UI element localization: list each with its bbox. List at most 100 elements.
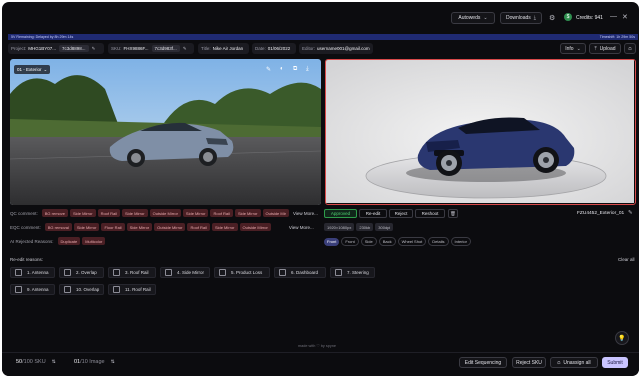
qc-tag[interactable]: Roof Rail	[210, 209, 233, 217]
project-value: MHG1BY07...	[28, 46, 57, 51]
clear-all-link[interactable]: Clear all	[618, 257, 635, 262]
project-pill: Project: MHG1BY07... 7c3d8898... ✎	[8, 43, 104, 54]
qc-tag[interactable]: Side Mirror	[234, 209, 261, 217]
reject-button[interactable]: Reject	[389, 209, 413, 218]
eqc-tag[interactable]: BG removal	[44, 223, 72, 231]
title-value: Nike Air Jordan	[212, 46, 244, 51]
reason-checkbox[interactable]: 5. Product Loss	[214, 267, 270, 278]
ai-tag[interactable]: Multicolor	[82, 237, 106, 245]
title-label: Title:	[201, 46, 211, 51]
up-down-arrows-icon[interactable]: ⇅	[52, 359, 56, 365]
help-button[interactable]: 💡	[615, 331, 629, 345]
image-angle-selector[interactable]: 01 - Exterior ⌄	[14, 65, 51, 74]
project-chip[interactable]: 7c3d8898...	[59, 45, 89, 52]
qc-tag[interactable]: Roof Rail	[97, 209, 121, 217]
view-chip[interactable]: Details	[428, 237, 449, 246]
ai-tag[interactable]: Duplicate	[57, 237, 81, 245]
view-chip[interactable]: Interior	[450, 237, 471, 246]
date-pill: Date: 01/06/2022	[252, 43, 296, 54]
image-angle-label: 01 - Exterior	[17, 67, 42, 72]
reason-label: 6. Dashboard	[291, 270, 319, 275]
reason-label: 5. Product Loss	[231, 270, 263, 275]
eqc-tag[interactable]: Side Mirror	[126, 223, 153, 231]
view-chip[interactable]: Back	[378, 237, 396, 246]
submit-button[interactable]: Submit	[602, 357, 628, 368]
eqc-tag[interactable]: Outside Mirror	[239, 223, 271, 231]
eqc-view-more-link[interactable]: View More...	[289, 225, 314, 230]
autoweds-dropdown[interactable]: Autoweds ⌄	[451, 12, 495, 24]
qc-tag[interactable]: Side Mirror	[122, 209, 148, 217]
sku-value: FHX9886F...	[123, 46, 149, 51]
eqc-tag[interactable]: Roof Rail	[187, 223, 210, 231]
edited-image-panel[interactable]	[325, 59, 636, 205]
original-image-panel[interactable]: 01 - Exterior ⌄ ✎ ◐ ⧉ ⤓	[10, 59, 321, 205]
up-down-arrows-icon[interactable]: ⇅	[111, 359, 115, 365]
user-plus-icon: ⍝	[628, 45, 632, 52]
remaining-text: 5V Remaining: Delayed by 8h 29m 14s	[11, 35, 74, 39]
downloads-button[interactable]: Downloads ⤓	[500, 12, 542, 24]
sku-counter[interactable]: 50 /100 SKU ⇅	[16, 359, 56, 365]
approved-button[interactable]: Approved	[324, 209, 357, 218]
edit-icon[interactable]: ✎	[92, 46, 96, 52]
info-button[interactable]: Info ⌄	[560, 43, 586, 54]
reason-checkbox[interactable]: 1. Antenna	[10, 267, 55, 278]
reason-checkbox[interactable]: 11. Roof Rail	[108, 284, 156, 295]
unassign-all-button[interactable]: ⍝ Unassign all	[550, 357, 598, 368]
ai-rejected-label: AI Rejected Reasons:	[10, 238, 54, 244]
qc-tag[interactable]: Side Mirror	[70, 209, 96, 217]
approved-label: Approved	[330, 211, 351, 216]
view-chip[interactable]: Front	[341, 237, 359, 246]
minimize-icon[interactable]: —	[610, 13, 617, 20]
qc-tag[interactable]: Side Mirror	[182, 209, 209, 217]
reason-label: 7. Steering	[347, 270, 369, 275]
eqc-tag[interactable]: Outside Mirror	[154, 223, 186, 231]
view-filter-chips: Front Front Side Back Wheel Shot Details…	[324, 237, 473, 246]
download-icon[interactable]: ⤓	[306, 66, 309, 73]
sku-chip[interactable]: 7c3d983f...	[151, 45, 180, 52]
qc-tag[interactable]: BG remove	[41, 209, 68, 217]
lightbulb-icon: 💡	[618, 335, 626, 342]
checkbox-icon	[113, 286, 120, 293]
reason-checkbox[interactable]: 2. Overlap	[59, 267, 104, 278]
reject-sku-button[interactable]: Reject SKU	[512, 357, 546, 368]
upload-button[interactable]: ⤒ Upload	[589, 43, 621, 54]
edit-icon[interactable]: ✎	[628, 210, 633, 216]
edit-sequencing-label: Edit Sequencing	[464, 359, 502, 366]
settings-icon[interactable]: ⚙	[549, 14, 555, 22]
qc-view-more-link[interactable]: View More...	[293, 211, 318, 216]
reason-checkbox[interactable]: 9. Antenna	[10, 284, 55, 295]
reason-checkbox[interactable]: 4. Side Mirror	[160, 267, 210, 278]
qc-tag[interactable]: Outside Mirror	[149, 209, 181, 217]
sku-total: /100 SKU	[22, 359, 46, 365]
reason-checkbox[interactable]: 10. Overlap	[59, 284, 104, 295]
close-icon[interactable]: ✕	[622, 13, 628, 21]
delete-button[interactable]: 🗑	[448, 209, 458, 218]
eqc-tag[interactable]: Side Mirror	[73, 223, 100, 231]
edit-icon[interactable]: ✎	[266, 66, 271, 73]
add-user-button[interactable]: ⍝	[624, 43, 636, 54]
image-counter[interactable]: 01 /10 Image ⇅	[74, 359, 115, 365]
edit-icon[interactable]: ✎	[183, 46, 187, 52]
reason-checkbox[interactable]: 7. Steering	[330, 267, 375, 278]
reason-checkbox[interactable]: 3. Roof Rail	[108, 267, 156, 278]
eqc-tag[interactable]: Floor Rail	[101, 223, 125, 231]
edit-sequencing-button[interactable]: Edit Sequencing	[459, 357, 507, 368]
info-bar: Project: MHG1BY07... 7c3d8898... ✎ SKU: …	[8, 42, 638, 56]
trash-icon: 🗑	[450, 210, 456, 216]
view-chip[interactable]: Wheel Shot	[397, 237, 427, 246]
reedit-button[interactable]: Re-edit	[359, 209, 387, 218]
compare-icon[interactable]: ◐	[280, 66, 284, 72]
qc-tag[interactable]: Outside Mir	[262, 209, 289, 217]
bottom-bar: 50 /100 SKU ⇅ 01 /10 Image ⇅ Edit Sequen…	[2, 352, 639, 376]
timeshift-text: Timeshift: 1h 29m 50s	[599, 35, 635, 39]
reshoot-button[interactable]: Reshoot	[415, 209, 445, 218]
copy-icon[interactable]: ⧉	[293, 66, 297, 73]
chevron-down-icon: ⌄	[483, 15, 488, 21]
reason-label: 1. Antenna	[27, 270, 49, 275]
view-chip-active[interactable]: Front	[324, 237, 340, 246]
reason-checkbox[interactable]: 6. Dashboard	[274, 267, 326, 278]
reason-label: 9. Antenna	[27, 287, 49, 292]
eqc-tag[interactable]: Side Mirror	[211, 223, 238, 231]
chevron-down-icon: ⌄	[43, 66, 48, 72]
view-chip[interactable]: Side	[360, 237, 377, 246]
